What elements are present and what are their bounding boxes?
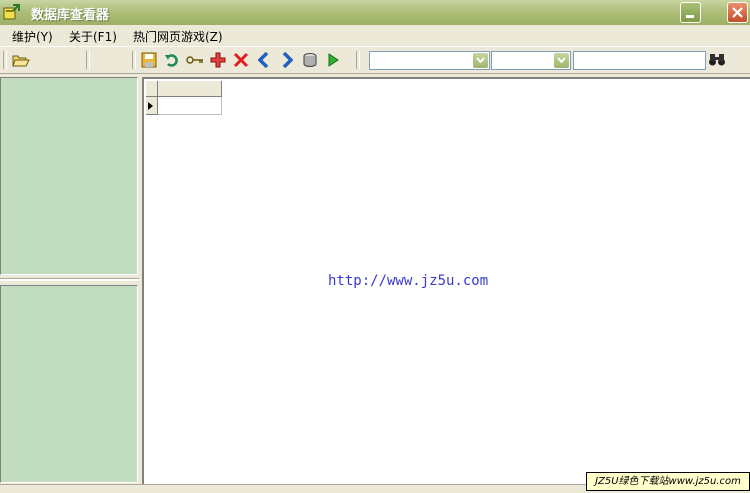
title-bar[interactable]: 数据库查看器	[0, 0, 750, 25]
undo-button[interactable]	[162, 51, 182, 69]
search-input[interactable]	[573, 51, 706, 70]
open-button[interactable]	[11, 51, 31, 69]
field-select-arrow[interactable]	[554, 53, 569, 68]
left-top-panel[interactable]	[0, 77, 138, 275]
current-row-indicator-icon	[148, 102, 153, 110]
menu-maintain[interactable]: 维护(Y)	[12, 28, 53, 45]
splitter-line	[0, 278, 139, 281]
grid-column-header[interactable]	[158, 81, 222, 97]
delete-icon	[233, 52, 249, 68]
previous-button[interactable]	[254, 51, 274, 69]
horizontal-splitter[interactable]	[0, 275, 139, 285]
toolbar	[0, 46, 750, 74]
open-folder-icon	[12, 55, 30, 66]
binoculars-icon	[709, 54, 725, 66]
menu-bar: 维护(Y) 关于(F1) 热门网页游戏(Z)	[0, 25, 750, 45]
toolbar-grip[interactable]	[356, 51, 360, 69]
data-grid[interactable]: http://www.jz5u.com	[142, 77, 750, 485]
field-select[interactable]	[491, 51, 571, 70]
add-icon	[210, 52, 226, 68]
save-button[interactable]	[139, 51, 159, 69]
close-button[interactable]	[727, 2, 748, 23]
grid-corner[interactable]	[146, 81, 158, 97]
minimize-icon	[686, 15, 694, 18]
next-icon	[282, 52, 293, 68]
undo-icon	[165, 54, 178, 67]
watermark-url: http://www.jz5u.com	[328, 273, 489, 289]
chevron-down-icon	[557, 57, 566, 63]
left-bottom-panel[interactable]	[0, 285, 138, 483]
run-icon	[328, 53, 339, 67]
previous-icon	[258, 52, 269, 68]
window-title: 数据库查看器	[31, 8, 110, 23]
minimize-button[interactable]	[680, 2, 701, 23]
find-button[interactable]	[707, 51, 727, 69]
close-icon	[732, 7, 743, 18]
run-button[interactable]	[323, 51, 343, 69]
toolbar-grip[interactable]	[132, 51, 136, 69]
menu-hot-web-games[interactable]: 热门网页游戏(Z)	[133, 28, 223, 45]
table-select[interactable]	[369, 51, 490, 70]
delete-button[interactable]	[231, 51, 251, 69]
grid-cell[interactable]	[158, 97, 222, 115]
grid-row-header[interactable]	[146, 97, 158, 115]
database-icon	[303, 53, 317, 67]
database-button[interactable]	[300, 51, 320, 69]
toolbar-grip[interactable]	[86, 51, 90, 69]
save-icon	[141, 52, 157, 68]
next-button[interactable]	[277, 51, 297, 69]
chevron-down-icon	[476, 57, 485, 63]
key-button[interactable]	[185, 51, 205, 69]
add-button[interactable]	[208, 51, 228, 69]
watermark-badge: JZ5U绿色下载站www.jz5u.com	[586, 472, 750, 491]
key-icon	[186, 56, 203, 64]
app-database-icon	[3, 4, 21, 21]
table-select-arrow[interactable]	[473, 53, 488, 68]
toolbar-grip[interactable]	[3, 51, 7, 69]
menu-about[interactable]: 关于(F1)	[69, 28, 117, 45]
